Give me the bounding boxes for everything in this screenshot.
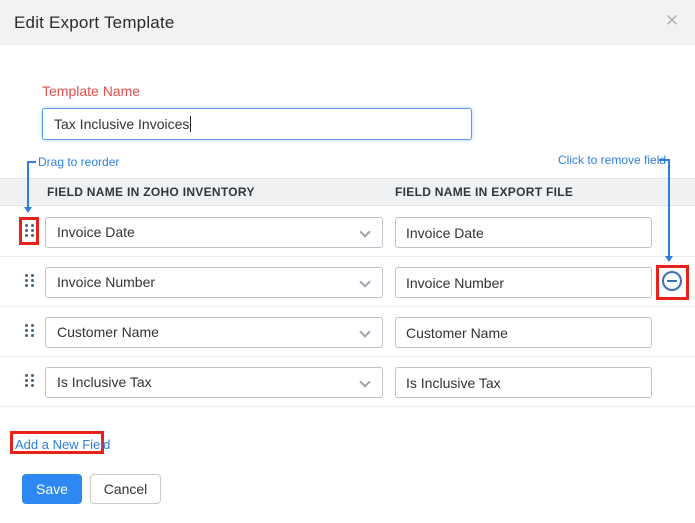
drag-handle-icon[interactable] <box>25 274 34 287</box>
table-row: Invoice Date <box>0 207 695 257</box>
drag-handle-icon[interactable] <box>25 374 34 387</box>
field-name-select[interactable]: Invoice Number <box>45 267 383 298</box>
text-cursor <box>190 116 191 132</box>
drag-annotation-arrow-line <box>27 161 29 207</box>
drag-handle-icon[interactable] <box>25 324 34 337</box>
export-file-name-input[interactable] <box>395 367 652 398</box>
add-new-field-link[interactable]: Add a New Field <box>15 437 110 452</box>
chevron-down-icon <box>359 326 370 337</box>
remove-field-button[interactable] <box>662 271 682 291</box>
chevron-down-icon <box>359 376 370 387</box>
field-rows: Invoice Date Invoice Number Customer Nam… <box>0 207 695 407</box>
field-name-selected-value: Invoice Date <box>57 224 135 240</box>
table-row: Is Inclusive Tax <box>0 357 695 407</box>
close-icon[interactable]: ✕ <box>662 11 682 31</box>
drag-to-reorder-annotation: Drag to reorder <box>38 155 119 169</box>
minus-icon <box>667 280 677 282</box>
field-name-select[interactable]: Customer Name <box>45 317 383 348</box>
remove-annotation-arrow-line <box>668 159 670 256</box>
chevron-down-icon <box>359 276 370 287</box>
table-row: Customer Name <box>0 307 695 357</box>
cancel-button[interactable]: Cancel <box>90 474 161 504</box>
export-file-name-input[interactable] <box>395 217 652 248</box>
remove-annotation-arrowhead-icon <box>665 256 673 262</box>
table-row: Invoice Number <box>0 257 695 307</box>
drag-annotation-arrowhead-icon <box>24 207 32 213</box>
dialog-title: Edit Export Template <box>14 13 175 33</box>
field-name-selected-value: Invoice Number <box>57 274 155 290</box>
export-file-name-input[interactable] <box>395 317 652 348</box>
drag-handle-icon[interactable] <box>25 224 34 237</box>
field-name-select[interactable]: Is Inclusive Tax <box>45 367 383 398</box>
template-name-input[interactable]: Tax Inclusive Invoices <box>42 108 472 140</box>
field-name-select[interactable]: Invoice Date <box>45 217 383 248</box>
template-name-label: Template Name <box>42 83 140 99</box>
table-header: FIELD NAME IN ZOHO INVENTORY FIELD NAME … <box>0 178 695 206</box>
save-button[interactable]: Save <box>22 474 82 504</box>
dialog-titlebar: Edit Export Template ✕ <box>0 0 695 45</box>
column-header-inventory: FIELD NAME IN ZOHO INVENTORY <box>47 179 255 205</box>
chevron-down-icon <box>359 226 370 237</box>
template-name-value: Tax Inclusive Invoices <box>54 116 189 132</box>
field-name-selected-value: Is Inclusive Tax <box>57 374 152 390</box>
remove-field-annotation: Click to remove field <box>558 153 666 167</box>
column-header-export: FIELD NAME IN EXPORT FILE <box>395 179 573 205</box>
field-name-selected-value: Customer Name <box>57 324 159 340</box>
edit-export-template-dialog: Edit Export Template ✕ Template Name Tax… <box>0 0 695 523</box>
export-file-name-input[interactable] <box>395 267 652 298</box>
